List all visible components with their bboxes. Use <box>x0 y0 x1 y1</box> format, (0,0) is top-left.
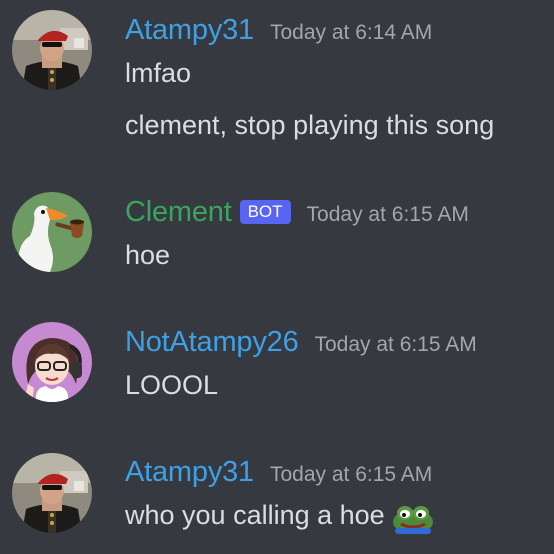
timestamp[interactable]: Today at 6:15 AM <box>270 462 432 488</box>
timestamp[interactable]: Today at 6:15 AM <box>315 332 477 358</box>
timestamp[interactable]: Today at 6:15 AM <box>307 202 469 228</box>
message-text: clement, stop playing this song <box>125 110 495 140</box>
goose-with-pipe-avatar-icon[interactable] <box>12 192 92 272</box>
username[interactable]: NotAtampy26 <box>125 325 299 359</box>
peepo-frog-emoji-icon[interactable] <box>391 500 435 534</box>
username[interactable]: Clement <box>125 195 232 229</box>
message-text: hoe <box>125 240 171 270</box>
username[interactable]: Atampy31 <box>125 13 254 47</box>
username[interactable]: Atampy31 <box>125 455 254 489</box>
message-text: lmfao <box>125 58 192 88</box>
chat-messages: Atampy31 Today at 6:14 AM lmfao clement,… <box>0 0 554 554</box>
bot-tag: BOT <box>239 200 291 224</box>
message-header: Clement BOT Today at 6:15 AM <box>125 195 469 229</box>
message-header: NotAtampy26 Today at 6:15 AM <box>125 325 477 359</box>
soldier-avatar-icon[interactable] <box>12 453 92 533</box>
soldier-avatar-icon[interactable] <box>12 10 92 90</box>
timestamp[interactable]: Today at 6:14 AM <box>270 20 432 46</box>
message-header: Atampy31 Today at 6:14 AM <box>125 13 432 47</box>
message-text: LOOOL <box>125 370 219 400</box>
anime-girl-headphones-avatar-icon[interactable] <box>12 322 92 402</box>
message-text: who you calling a hoe <box>125 498 435 534</box>
message-header: Atampy31 Today at 6:15 AM <box>125 455 432 489</box>
message-text-content: who you calling a hoe <box>125 500 385 530</box>
